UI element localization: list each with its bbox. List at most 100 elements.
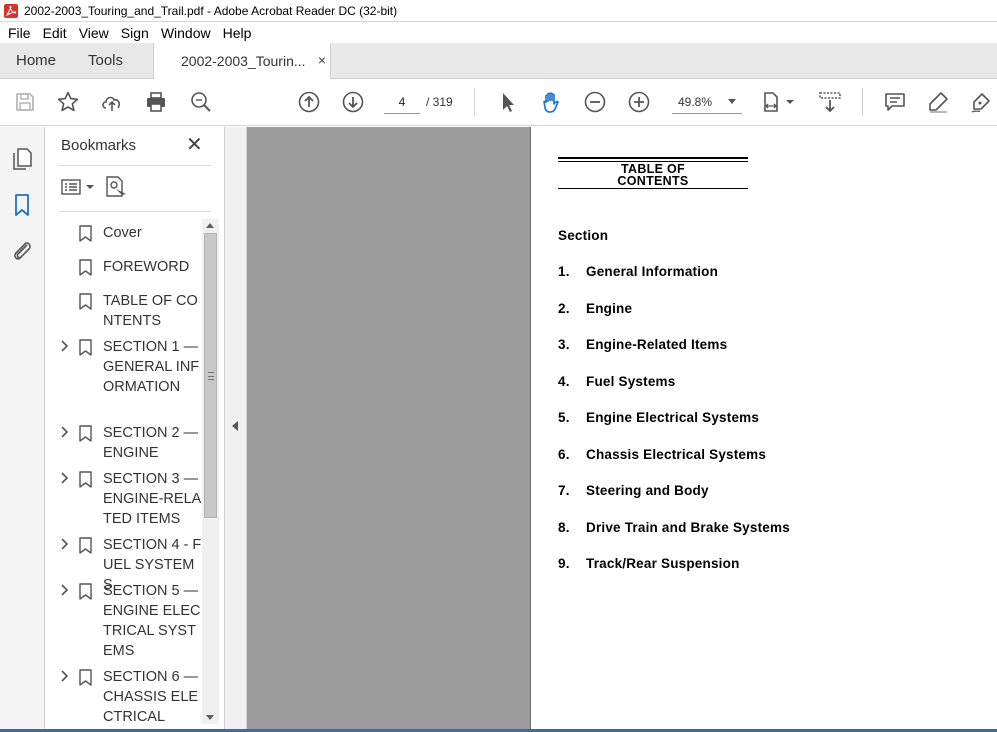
toc-entry-number: 2. [558,301,570,316]
arrow-down-circle-icon[interactable] [341,90,365,114]
bookmark-icon [79,293,92,310]
bookmark-icon [79,583,92,600]
toc-entry-number: 6. [558,447,570,462]
bookmark-label: Cover [103,225,142,241]
bookmark-label: FOREWORD [103,259,190,275]
zoom-out-icon[interactable] [583,90,607,114]
arrow-up-circle-icon[interactable] [297,90,321,114]
menu-help[interactable]: Help [217,25,258,41]
toc-entry-number: 1. [558,264,570,279]
bookmark-icon [79,225,92,242]
chevron-right-icon[interactable] [59,584,71,596]
zoom-search-icon[interactable] [189,90,213,114]
bookmark-icon [79,425,92,442]
chevron-right-icon[interactable] [59,670,71,682]
toc-entry: 2. Engine [558,301,632,316]
toc-entry-title: Drive Train and Brake Systems [586,520,790,535]
bookmark-icon [79,339,92,356]
toc-entry-number: 3. [558,337,570,352]
toc-entry-title: General Information [586,264,719,279]
bookmark-label: SECTION 3 — ENGINE-RELATED ITEMS [103,471,202,527]
close-panel-icon[interactable]: ✕ [186,135,203,155]
sign-pen-icon[interactable] [969,90,993,114]
left-navigation-rail [0,127,45,732]
page-number-input[interactable] [384,90,420,114]
page-fit-icon[interactable] [762,90,798,114]
window-title: 2002-2003_Touring_and_Trail.pdf - Adobe … [24,3,398,18]
menu-window[interactable]: Window [155,25,217,41]
zoom-dropdown[interactable]: 49.8% [672,90,742,114]
pointer-icon[interactable] [496,90,520,114]
toc-entry-number: 8. [558,520,570,535]
bookmark-icon [79,471,92,488]
toc-entry-title: Track/Rear Suspension [586,556,740,571]
zoom-in-icon[interactable] [627,90,651,114]
chevron-down-icon [728,99,736,104]
comment-icon[interactable] [883,90,907,114]
toc-entry: 5. Engine Electrical Systems [558,410,759,425]
bookmarks-panel: Bookmarks ✕ Cover FOREWORD TABLE OF CONT… [45,127,225,732]
bookmark-label: SECTION 6 — CHASSIS ELECTRICAL [103,669,199,725]
toc-entry-title: Fuel Systems [586,374,676,389]
print-icon[interactable] [144,90,168,114]
chevron-right-icon[interactable] [59,538,71,550]
toc-entry-title: Steering and Body [586,483,709,498]
page-total-label: / 319 [426,95,453,109]
title-bar: 2002-2003_Touring_and_Trail.pdf - Adobe … [0,0,997,22]
scrollbar-thumb[interactable] [204,233,217,518]
acrobat-app-icon [4,3,18,18]
star-icon[interactable] [56,90,80,114]
toc-entry: 6. Chassis Electrical Systems [558,447,766,462]
bookmarks-scrollbar[interactable] [202,219,219,724]
menu-edit[interactable]: Edit [37,25,73,41]
highlight-icon[interactable] [926,90,950,114]
tab-bar: Home Tools 2002-2003_Tourin... × [0,43,997,80]
tab-document[interactable]: 2002-2003_Tourin... × [153,43,331,80]
tab-home[interactable]: Home [16,52,56,69]
scroll-down-icon[interactable] [206,715,214,720]
scroll-mode-icon[interactable] [818,90,842,114]
document-view[interactable]: TABLE OF CONTENTS Section 1. General Info… [247,127,997,732]
toc-heading: TABLE OF CONTENTS [558,157,748,189]
chevron-right-icon[interactable] [59,340,71,352]
toolbar-divider [474,88,475,116]
toolbar-divider [862,88,863,116]
bookmark-label: SECTION 2 — ENGINE [103,425,199,461]
toc-entry-number: 4. [558,374,570,389]
menu-sign[interactable]: Sign [115,25,155,41]
toc-entry-title: Chassis Electrical Systems [586,447,767,462]
toc-entry-number: 9. [558,556,570,571]
tab-tools[interactable]: Tools [88,52,123,69]
toc-entry: 9. Track/Rear Suspension [558,556,740,571]
add-bookmark-icon[interactable] [105,175,127,204]
attachment-icon[interactable] [10,239,34,263]
bookmark-icon [79,259,92,276]
toc-entry: 8. Drive Train and Brake Systems [558,520,790,535]
toc-entry-title: Engine [586,301,633,316]
hand-icon[interactable] [539,90,563,114]
bookmark-label: SECTION 5 — ENGINE ELECTRICAL SYSTEMS [103,583,201,659]
toc-section-label: Section [558,228,609,243]
bookmark-label: SECTION 1 — GENERAL INFORMATION [103,339,200,395]
menu-file[interactable]: File [0,25,37,41]
bookmark-list: Cover FOREWORD TABLE OF CONTENTS SECTION… [59,219,203,732]
cloud-upload-icon[interactable] [100,90,124,114]
collapse-left-icon[interactable] [232,421,238,431]
save-icon[interactable] [13,90,37,114]
bookmark-options-icon[interactable] [61,177,95,202]
chevron-right-icon[interactable] [59,426,71,438]
panel-divider [59,165,211,166]
zoom-value: 49.8% [678,95,713,109]
grip-icon [208,372,214,380]
panel-divider [59,211,211,212]
close-tab-icon[interactable]: × [318,52,326,68]
scroll-up-icon[interactable] [206,223,214,228]
menu-view[interactable]: View [73,25,115,41]
page-thumbnails-icon[interactable] [10,147,34,171]
bookmark-icon [79,669,92,686]
chevron-right-icon[interactable] [59,472,71,484]
bookmark-panel-icon[interactable] [10,193,34,217]
toc-entry-title: Engine Electrical Systems [586,410,760,425]
bookmark-icon [79,537,92,554]
panel-collapse-strip[interactable] [225,127,247,732]
